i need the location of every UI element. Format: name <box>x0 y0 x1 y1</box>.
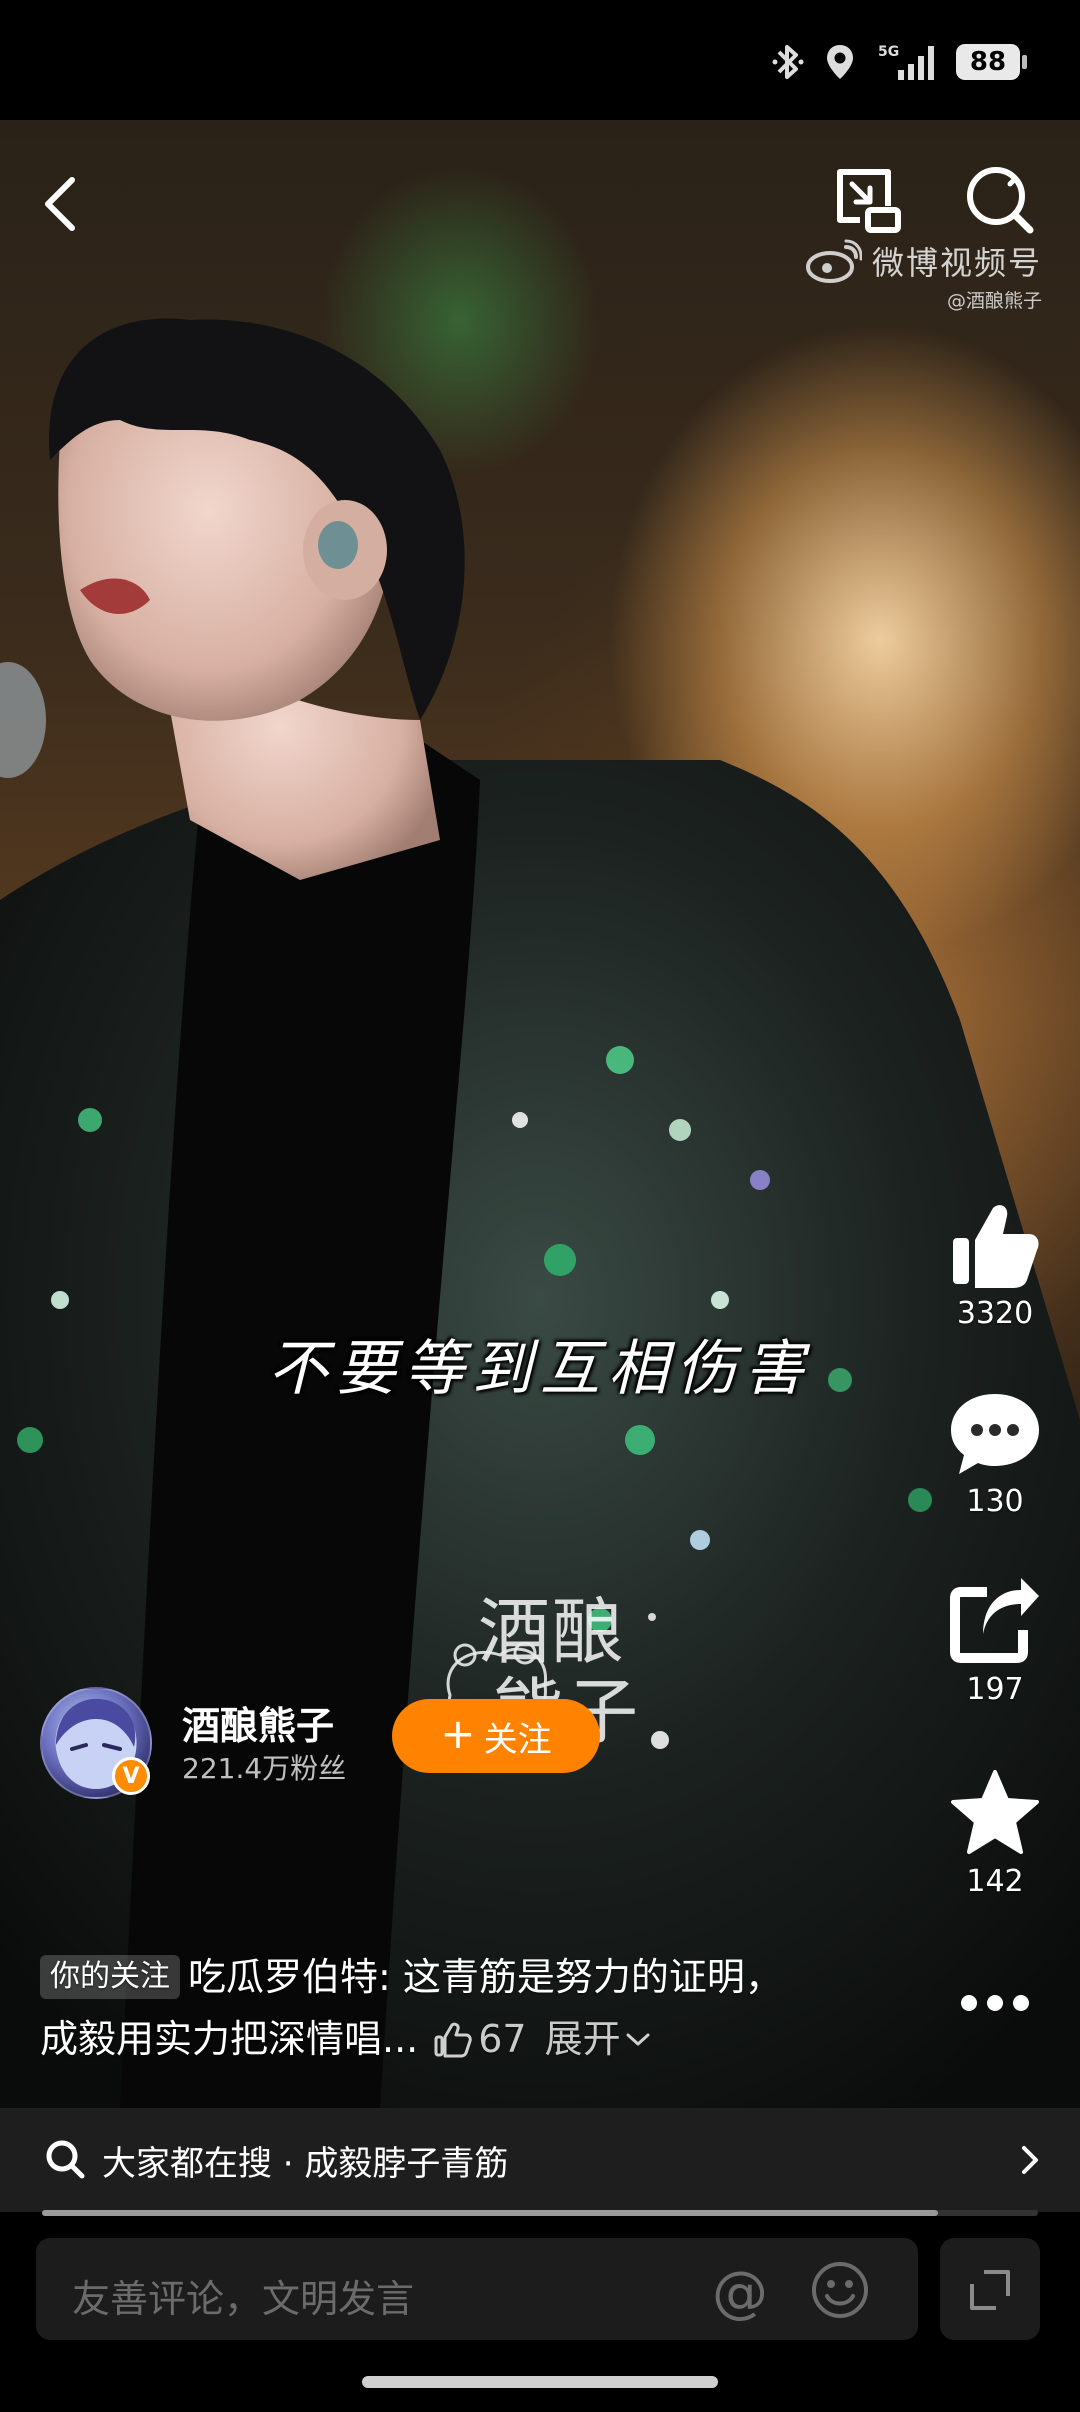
location-icon <box>824 42 856 82</box>
chevron-down-icon <box>625 2006 651 2064</box>
search-icon <box>967 167 1034 234</box>
favorite-count: 142 <box>966 1864 1024 1899</box>
status-icons: 5G 88 <box>770 42 1027 82</box>
chevron-left-icon <box>45 177 75 231</box>
expand-caption-button[interactable]: 展开 <box>545 2017 651 2061</box>
caption-like-count: 67 <box>478 2017 527 2061</box>
watermark-handle: @酒酿熊子 <box>946 290 1042 312</box>
network-type-label: 5G <box>878 44 899 60</box>
emoji-icon <box>812 2262 868 2318</box>
comment-input[interactable]: 友善评论，文明发言 @ <box>36 2238 918 2340</box>
mention-button[interactable]: @ <box>712 2260 768 2325</box>
back-button[interactable] <box>28 164 92 240</box>
verified-badge: V <box>112 1757 150 1795</box>
follow-button[interactable]: + 关注 <box>392 1699 600 1773</box>
comment-bubble-icon <box>951 1394 1039 1474</box>
comment-placeholder: 友善评论，文明发言 <box>72 2277 415 2321</box>
chevron-right-icon <box>1020 2144 1040 2180</box>
comment-button[interactable]: 130 <box>930 1388 1060 1519</box>
trending-search-text: 大家都在搜 · 成毅脖子青筋 <box>102 2144 509 2184</box>
plus-icon: + <box>440 1709 476 1758</box>
app-root: 5G 88 微博视频号 @酒酿熊子 不要等到互相伤害 酒酿 3320 130 1… <box>0 0 1080 2412</box>
like-button[interactable]: 3320 <box>930 1200 1060 1331</box>
video-subtitle: 不要等到互相伤害 <box>268 1334 812 1404</box>
follow-label: 关注 <box>483 1719 552 1760</box>
watermark-brand: 微博视频号 <box>871 244 1042 282</box>
comment-count: 130 <box>966 1484 1024 1519</box>
expand-label: 展开 <box>544 2017 621 2061</box>
comment-bar: 友善评论，文明发言 @ <box>0 2216 1080 2412</box>
favorite-button[interactable]: 142 <box>930 1768 1060 1899</box>
picture-in-picture-icon <box>837 169 901 233</box>
trending-search-bar[interactable]: 大家都在搜 · 成毅脖子青筋 <box>0 2108 1080 2212</box>
share-count: 197 <box>966 1672 1024 1707</box>
picture-in-picture-button[interactable] <box>830 158 910 238</box>
more-dots-icon <box>961 1995 1029 2011</box>
following-tag: 你的关注 <box>40 1955 180 1999</box>
cellular-signal-icon: 5G <box>874 42 938 82</box>
weibo-logo-icon <box>805 239 862 283</box>
share-icon <box>950 1578 1039 1663</box>
status-bar: 5G 88 <box>0 0 1080 120</box>
bluetooth-icon <box>770 42 806 82</box>
weibo-watermark: 微博视频号 @酒酿熊子 <box>805 238 1042 313</box>
author-row: V 酒酿熊子 221.4万粉丝 + 关注 <box>40 1685 760 1805</box>
emoji-button[interactable] <box>810 2260 870 2324</box>
video-player[interactable]: 微博视频号 @酒酿熊子 不要等到互相伤害 酒酿 熊子 3 <box>0 120 1080 2108</box>
video-caption[interactable]: 你的关注 吃瓜罗伯特: 这青筋是努力的证明，成毅用实力把深情唱... 67 展开 <box>40 1948 820 2074</box>
author-name[interactable]: 酒酿熊子 <box>182 1695 334 1750</box>
thumbs-up-icon <box>953 1205 1039 1288</box>
search-button[interactable] <box>958 158 1042 242</box>
search-icon <box>44 2138 86 2184</box>
home-indicator[interactable] <box>362 2376 718 2388</box>
star-icon <box>951 1770 1039 1854</box>
share-button[interactable]: 197 <box>930 1576 1060 1707</box>
like-count: 3320 <box>956 1296 1034 1331</box>
watermark-brand-row: 微博视频号 <box>805 238 1042 284</box>
more-options-button[interactable] <box>930 1988 1060 2018</box>
video-frame <box>0 318 1080 2108</box>
battery-indicator: 88 <box>956 44 1027 80</box>
fullscreen-comment-button[interactable] <box>940 2238 1040 2340</box>
thumbs-up-outline-icon <box>434 2016 472 2074</box>
author-follower-count: 221.4万粉丝 <box>182 1752 347 1785</box>
expand-icon <box>970 2270 1010 2310</box>
caption-meta: 67 展开 <box>418 2017 650 2061</box>
